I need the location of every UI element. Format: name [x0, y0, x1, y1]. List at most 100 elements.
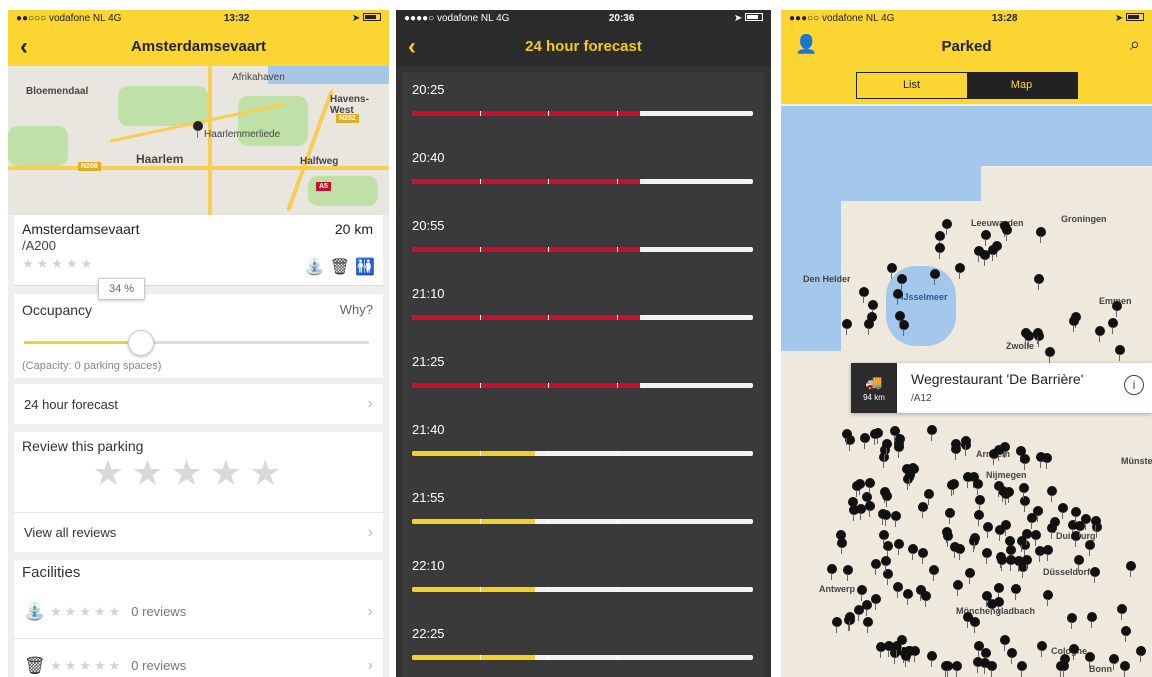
map-pin[interactable]	[857, 585, 868, 602]
map-pin[interactable]	[918, 502, 929, 519]
map-pin[interactable]	[934, 230, 945, 247]
map-pin[interactable]	[980, 230, 991, 247]
map-pin[interactable]	[1090, 567, 1101, 584]
map-pin[interactable]	[950, 444, 961, 461]
map-pin[interactable]	[974, 510, 985, 527]
map-pin[interactable]	[1020, 454, 1031, 471]
info-icon[interactable]: i	[1124, 375, 1144, 395]
map-pin[interactable]	[1114, 344, 1125, 361]
map-pin[interactable]	[1000, 520, 1011, 537]
map-pin[interactable]	[881, 556, 892, 573]
map-pin[interactable]	[870, 558, 881, 575]
map-pin[interactable]	[1022, 528, 1033, 545]
map-pin[interactable]	[983, 521, 994, 538]
map-pin[interactable]	[926, 424, 937, 441]
map-pin[interactable]	[903, 589, 914, 605]
map-pin[interactable]	[960, 436, 971, 453]
map-pin[interactable]	[1074, 520, 1085, 537]
map-pin[interactable]	[842, 318, 852, 335]
map-pin[interactable]	[880, 510, 891, 527]
map-pin[interactable]	[883, 540, 894, 557]
why-link[interactable]: Why?	[340, 302, 373, 317]
map-pin[interactable]	[870, 593, 881, 610]
map-pin[interactable]	[965, 567, 976, 584]
map-pin[interactable]	[1035, 227, 1046, 244]
map-pin[interactable]	[947, 480, 958, 497]
map-pin[interactable]	[904, 469, 915, 486]
map-pin[interactable]	[917, 547, 928, 564]
user-icon[interactable]: 👤	[795, 34, 817, 55]
tab-map[interactable]: Map	[966, 72, 1077, 98]
map-pin[interactable]	[944, 508, 955, 525]
map-pin[interactable]	[886, 262, 897, 279]
map-pin[interactable]	[1085, 652, 1096, 669]
map-pin[interactable]	[1067, 613, 1078, 630]
map-pin[interactable]	[1037, 641, 1048, 658]
facility-row[interactable]: 🗑 ★★★★★ 0 reviews ›	[14, 639, 383, 677]
review-stars-input[interactable]: ★★★★★	[92, 452, 288, 494]
forecast-link[interactable]: 24 hour forecast ›	[14, 384, 383, 424]
map-pin[interactable]	[1046, 522, 1057, 539]
map-pin[interactable]	[942, 219, 953, 235]
map-pin[interactable]	[1011, 583, 1022, 600]
map-pin[interactable]	[1068, 315, 1079, 332]
map-pin[interactable]	[827, 564, 838, 581]
map-pin[interactable]	[1116, 604, 1127, 621]
map-pin[interactable]	[1001, 225, 1012, 242]
map-pin[interactable]	[859, 286, 870, 303]
map-pin[interactable]	[882, 490, 893, 507]
location-map[interactable]: Bloemendaal Haarlemmerliede Haarlem Half…	[8, 66, 389, 215]
map-pin[interactable]	[1033, 274, 1044, 291]
search-icon[interactable]: ⌕	[1130, 34, 1140, 55]
map-pin[interactable]	[974, 494, 985, 511]
map-pin[interactable]	[969, 617, 980, 634]
map-pin[interactable]	[915, 585, 926, 602]
map-pin[interactable]	[1094, 326, 1105, 343]
map-pin[interactable]	[836, 537, 847, 554]
map-pin[interactable]	[997, 554, 1008, 571]
parking-callout[interactable]: 🚚 94 km Wegrestaurant 'De Barrière' /A12…	[851, 363, 1152, 413]
map-pin[interactable]	[843, 564, 854, 581]
map-pin[interactable]	[1070, 506, 1081, 523]
back-button[interactable]: ‹	[20, 33, 28, 61]
map-pin[interactable]	[924, 489, 935, 506]
facility-row[interactable]: ⛲ ★★★★★ 0 reviews ›	[14, 585, 383, 639]
map-pin[interactable]	[952, 579, 963, 596]
map-pin[interactable]	[986, 661, 997, 677]
map-pin[interactable]	[1073, 555, 1084, 572]
map-pin[interactable]	[867, 299, 878, 316]
map-pin[interactable]	[860, 433, 871, 450]
view-all-reviews[interactable]: View all reviews ›	[14, 512, 383, 552]
map-pin[interactable]	[881, 438, 892, 455]
map-pin[interactable]	[1087, 611, 1098, 628]
map-pin[interactable]	[1085, 540, 1096, 557]
map-pin[interactable]	[1111, 300, 1122, 317]
map-pin[interactable]	[973, 656, 984, 673]
map-pin[interactable]	[1043, 544, 1054, 561]
map-pin[interactable]	[1042, 589, 1053, 606]
map-pin[interactable]	[988, 245, 999, 262]
map-pin[interactable]	[1045, 346, 1056, 363]
map-pin[interactable]	[1031, 529, 1042, 546]
parking-map[interactable]: Den Helder Leeuwarden Groningen IJsselme…	[781, 106, 1152, 677]
map-pin[interactable]	[955, 543, 966, 560]
map-pin[interactable]	[1022, 554, 1033, 571]
map-pin[interactable]	[1013, 555, 1024, 572]
map-pin[interactable]	[1121, 626, 1132, 643]
map-pin[interactable]	[831, 617, 842, 634]
map-pin[interactable]	[935, 242, 946, 259]
map-pin[interactable]	[970, 532, 981, 549]
slider-knob[interactable]	[128, 330, 155, 356]
map-pin[interactable]	[891, 510, 902, 527]
map-pin[interactable]	[862, 616, 873, 633]
map-pin[interactable]	[1107, 318, 1118, 335]
occupancy-slider[interactable]	[24, 330, 369, 356]
map-pin[interactable]	[928, 565, 939, 582]
map-pin[interactable]	[898, 319, 909, 336]
tab-list[interactable]: List	[856, 72, 967, 98]
map-pin[interactable]	[1017, 661, 1028, 677]
map-pin[interactable]	[981, 547, 992, 564]
map-pin[interactable]	[893, 582, 904, 599]
map-pin[interactable]	[993, 445, 1004, 462]
map-pin[interactable]	[973, 641, 984, 658]
